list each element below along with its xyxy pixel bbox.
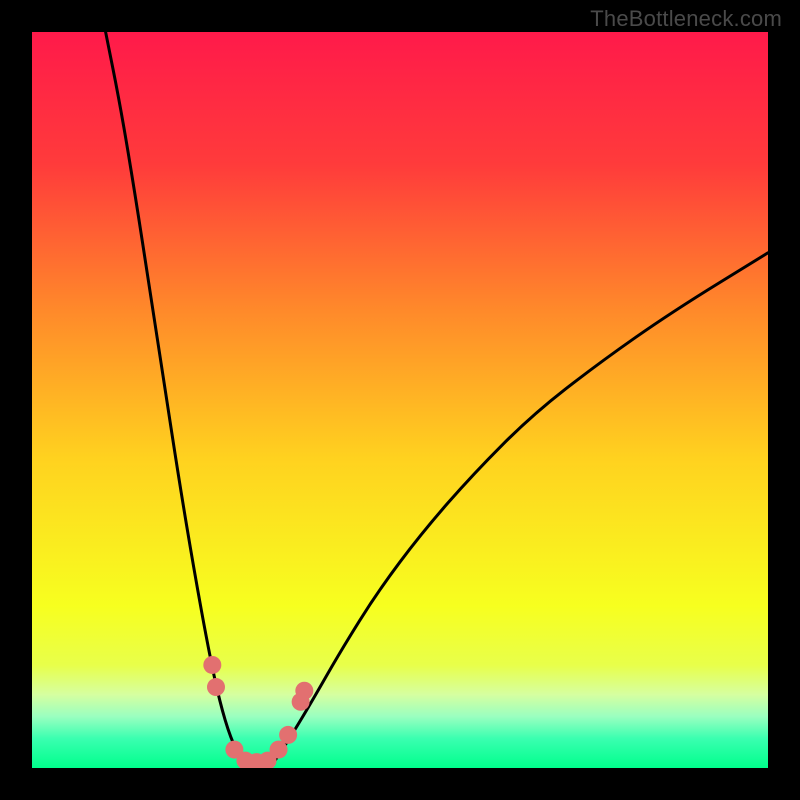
chart-curves — [32, 32, 768, 768]
chart-frame: TheBottleneck.com — [0, 0, 800, 800]
plot-area — [32, 32, 768, 768]
series-right-branch — [275, 253, 768, 761]
highlight-marker — [279, 726, 297, 744]
watermark-text: TheBottleneck.com — [590, 6, 782, 32]
highlight-marker — [207, 678, 225, 696]
highlight-marker — [203, 656, 221, 674]
series-left-branch — [106, 32, 242, 761]
highlight-marker — [295, 682, 313, 700]
highlight-marker — [270, 741, 288, 759]
